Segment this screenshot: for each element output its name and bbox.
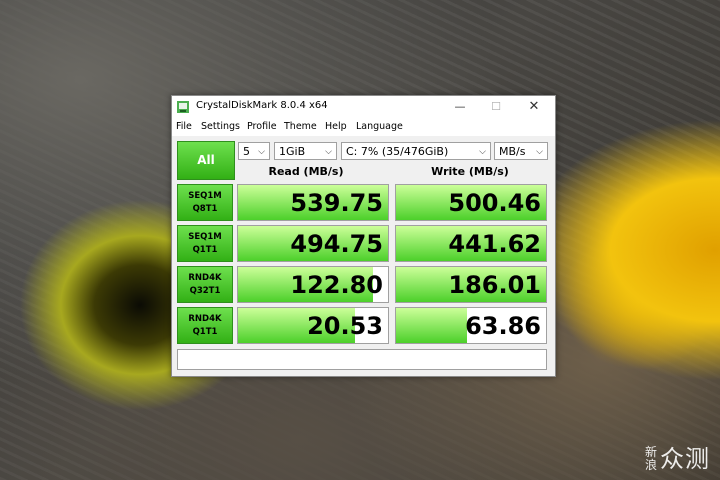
write-value: 441.62 bbox=[448, 230, 541, 258]
test-params: Q1T1 bbox=[192, 327, 218, 337]
read-result-cell: 122.80 bbox=[237, 266, 389, 303]
chevron-down-icon: ⌵ bbox=[258, 147, 265, 157]
read-result-cell: 20.53 bbox=[237, 307, 389, 344]
watermark-small-bottom: 浪 bbox=[644, 458, 657, 472]
menu-profile[interactable]: Profile bbox=[247, 121, 277, 132]
benchmark-panel: All 5 ⌵ 1GiB ⌵ C: 7% (35/476GiB) ⌵ MB/s … bbox=[172, 136, 555, 376]
menu-bar: File Settings Profile Theme Help Languag… bbox=[172, 120, 555, 136]
test-name: SEQ1M bbox=[188, 191, 222, 201]
write-result-cell: 186.01 bbox=[395, 266, 547, 303]
all-tests-button[interactable]: All bbox=[177, 141, 235, 180]
minimize-button[interactable]: — bbox=[442, 96, 478, 118]
chevron-down-icon: ⌵ bbox=[536, 147, 543, 157]
test-size-value: 1GiB bbox=[279, 145, 306, 158]
menu-settings[interactable]: Settings bbox=[201, 121, 240, 132]
drive-select[interactable]: C: 7% (35/476GiB) ⌵ bbox=[341, 142, 491, 160]
read-result-cell: 494.75 bbox=[237, 225, 389, 262]
test-name: RND4K bbox=[188, 273, 222, 283]
watermark-main: 众测 bbox=[660, 445, 710, 473]
app-disk-icon bbox=[177, 101, 189, 113]
write-value: 186.01 bbox=[448, 271, 541, 299]
test-name: RND4K bbox=[188, 314, 222, 324]
test-name: SEQ1M bbox=[188, 232, 222, 242]
menu-language[interactable]: Language bbox=[356, 121, 403, 132]
chevron-down-icon: ⌵ bbox=[479, 147, 486, 157]
watermark-logo: 新 浪 众测 bbox=[645, 446, 710, 472]
write-value: 500.46 bbox=[448, 189, 541, 217]
test-count-value: 5 bbox=[243, 145, 250, 158]
menu-theme[interactable]: Theme bbox=[284, 121, 317, 132]
read-result-cell: 539.75 bbox=[237, 184, 389, 221]
test-button-seq1m-q8t1[interactable]: SEQ1M Q8T1 bbox=[177, 184, 233, 221]
test-params: Q8T1 bbox=[192, 204, 218, 214]
write-column-header: Write (MB/s) bbox=[431, 165, 509, 178]
title-bar[interactable]: CrystalDiskMark 8.0.4 x64 — ☐ ✕ bbox=[172, 96, 555, 118]
test-button-seq1m-q1t1[interactable]: SEQ1M Q1T1 bbox=[177, 225, 233, 262]
write-result-cell: 441.62 bbox=[395, 225, 547, 262]
write-progress-bar bbox=[396, 308, 467, 343]
test-params: Q32T1 bbox=[189, 286, 221, 296]
test-params: Q1T1 bbox=[192, 245, 218, 255]
read-value: 20.53 bbox=[307, 312, 383, 340]
drive-value: C: 7% (35/476GiB) bbox=[346, 145, 449, 158]
test-count-select[interactable]: 5 ⌵ bbox=[238, 142, 270, 160]
test-button-rnd4k-q1t1[interactable]: RND4K Q1T1 bbox=[177, 307, 233, 344]
maximize-button[interactable]: ☐ bbox=[478, 96, 514, 118]
write-result-cell: 500.46 bbox=[395, 184, 547, 221]
read-value: 539.75 bbox=[290, 189, 383, 217]
test-size-select[interactable]: 1GiB ⌵ bbox=[274, 142, 337, 160]
crystaldiskmark-window: CrystalDiskMark 8.0.4 x64 — ☐ ✕ File Set… bbox=[171, 95, 556, 377]
menu-help[interactable]: Help bbox=[325, 121, 347, 132]
unit-select[interactable]: MB/s ⌵ bbox=[494, 142, 548, 160]
write-result-cell: 63.86 bbox=[395, 307, 547, 344]
write-value: 63.86 bbox=[465, 312, 541, 340]
close-button[interactable]: ✕ bbox=[516, 96, 552, 118]
menu-file[interactable]: File bbox=[176, 121, 192, 132]
comment-input[interactable] bbox=[177, 349, 547, 370]
read-value: 494.75 bbox=[290, 230, 383, 258]
read-column-header: Read (MB/s) bbox=[268, 165, 344, 178]
read-value: 122.80 bbox=[290, 271, 383, 299]
window-title: CrystalDiskMark 8.0.4 x64 bbox=[196, 100, 328, 111]
chevron-down-icon: ⌵ bbox=[325, 147, 332, 157]
unit-value: MB/s bbox=[499, 145, 526, 158]
test-button-rnd4k-q32t1[interactable]: RND4K Q32T1 bbox=[177, 266, 233, 303]
